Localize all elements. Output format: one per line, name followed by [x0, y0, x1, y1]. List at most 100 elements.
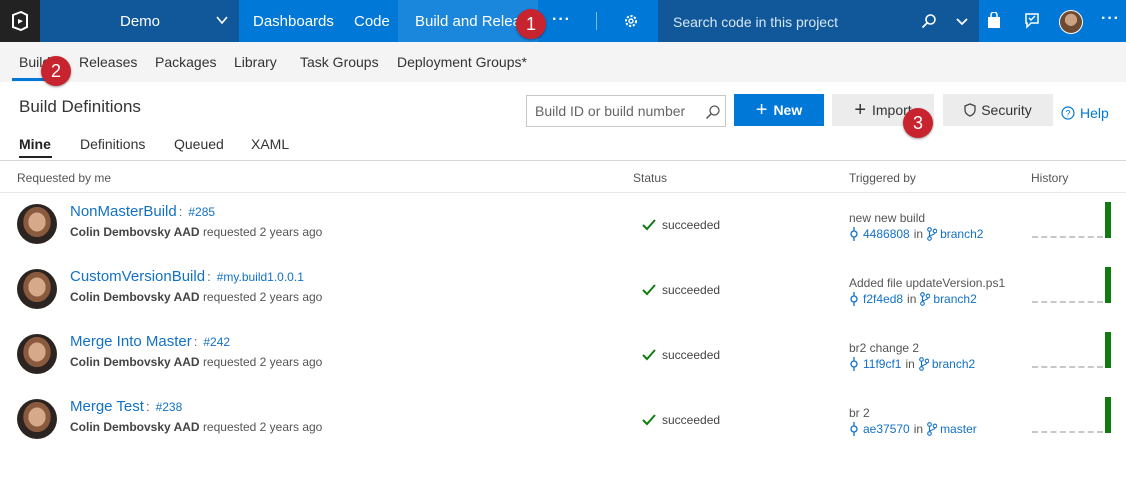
top-bar: Demo Dashboards Code Build and Release ·… — [0, 0, 1126, 42]
column-header-triggered[interactable]: Triggered by — [849, 171, 916, 185]
help-link[interactable]: ? Help — [1061, 105, 1109, 121]
plus-icon: + — [755, 99, 768, 121]
build-search-box — [526, 95, 726, 127]
plus-icon: + — [854, 99, 866, 121]
build-number-link[interactable]: #285 — [188, 205, 215, 219]
vsts-logo-icon[interactable] — [0, 0, 40, 42]
status-text: succeeded — [662, 348, 721, 362]
security-button-label: Security — [981, 102, 1032, 118]
history-baseline — [1032, 301, 1103, 303]
nav-code[interactable]: Code — [354, 13, 390, 30]
new-build-button[interactable]: + New — [734, 94, 824, 126]
commit-message: br2 change 2 — [849, 341, 920, 355]
history-bar-succeeded[interactable] — [1105, 267, 1111, 303]
build-search-input[interactable] — [527, 96, 703, 126]
project-name: Demo — [120, 13, 161, 30]
svg-text:?: ? — [1065, 109, 1070, 119]
history-bar-succeeded[interactable] — [1105, 332, 1111, 368]
commit-link[interactable]: f2f4ed8 — [863, 292, 903, 306]
code-search-placeholder: Search code in this project — [673, 14, 838, 30]
in-text: in — [907, 292, 917, 306]
build-definition-link[interactable]: Merge Into Master — [70, 333, 192, 350]
separator: : — [178, 204, 183, 219]
subnav-deployment-groups[interactable]: Deployment Groups* — [397, 54, 527, 70]
branch-link[interactable]: branch2 — [932, 357, 975, 371]
commit-icon — [850, 227, 858, 241]
build-number-link[interactable]: #242 — [203, 335, 230, 349]
table-row[interactable]: Merge Test: #238 Colin Dembovsky AAD requ… — [0, 389, 1126, 454]
commit-message: br 2 — [849, 406, 870, 420]
help-label: Help — [1080, 105, 1109, 121]
commit-icon — [850, 422, 858, 436]
commit-link[interactable]: 11f9cf1 — [863, 357, 901, 371]
more-options-icon[interactable]: ··· — [1101, 10, 1120, 28]
column-header-history[interactable]: History — [1031, 171, 1068, 185]
requester-name: Colin Dembovsky AAD — [70, 290, 200, 304]
requested-time: requested 2 years ago — [202, 420, 323, 434]
help-icon: ? — [1061, 106, 1075, 120]
search-icon[interactable] — [705, 104, 721, 125]
check-icon — [642, 349, 656, 361]
branch-icon — [927, 227, 938, 241]
branch-link[interactable]: branch2 — [940, 227, 983, 241]
tab-mine[interactable]: Mine — [19, 136, 51, 152]
security-button[interactable]: Security — [943, 94, 1053, 126]
gear-icon[interactable] — [623, 13, 639, 34]
project-selector[interactable]: Demo — [40, 0, 239, 42]
check-icon — [642, 414, 656, 426]
avatar — [17, 269, 57, 309]
build-definition-link[interactable]: CustomVersionBuild — [70, 268, 205, 285]
subnav-releases[interactable]: Releases — [79, 54, 137, 70]
column-header-status[interactable]: Status — [633, 171, 667, 185]
build-number-link[interactable]: #238 — [156, 400, 183, 414]
nav-more-icon[interactable]: ··· — [552, 11, 571, 29]
subnav-packages[interactable]: Packages — [155, 54, 216, 70]
table-row[interactable]: CustomVersionBuild: #my.build1.0.0.1 Coli… — [0, 259, 1126, 324]
separator: : — [145, 399, 150, 414]
commit-link[interactable]: ae37570 — [863, 422, 910, 436]
annotation-badge-1: 1 — [516, 9, 546, 39]
search-icon[interactable] — [921, 13, 937, 34]
build-definition-link[interactable]: Merge Test — [70, 398, 144, 415]
commit-message: Added file updateVersion.ps1 — [849, 276, 1006, 290]
branch-link[interactable]: branch2 — [933, 292, 976, 306]
in-text: in — [913, 227, 924, 241]
marketplace-bag-icon[interactable] — [986, 11, 1002, 34]
annotation-badge-3: 3 — [903, 108, 933, 138]
branch-link[interactable]: master — [940, 422, 977, 436]
column-header-requested[interactable]: Requested by me — [17, 171, 111, 185]
code-search-box[interactable]: Search code in this project — [658, 0, 979, 42]
table-row[interactable]: Merge Into Master: #242 Colin Dembovsky A… — [0, 324, 1126, 389]
nav-dashboards[interactable]: Dashboards — [253, 13, 334, 30]
status-text: succeeded — [662, 413, 721, 427]
build-definition-link[interactable]: NonMasterBuild — [70, 203, 177, 220]
tabs-divider — [0, 160, 1126, 161]
requester-name: Colin Dembovsky AAD — [70, 355, 200, 369]
tab-definitions[interactable]: Definitions — [80, 136, 145, 152]
commit-message: new new build — [849, 211, 926, 225]
new-button-label: New — [773, 102, 803, 118]
requested-time: requested 2 years ago — [202, 355, 323, 369]
tab-queued[interactable]: Queued — [174, 136, 224, 152]
branch-icon — [918, 357, 929, 371]
avatar — [17, 399, 57, 439]
build-release-subnav: Builds Releases Packages Library Task Gr… — [0, 42, 1126, 82]
commit-link[interactable]: 4486808 — [863, 227, 910, 241]
in-text: in — [905, 357, 915, 371]
table-row[interactable]: NonMasterBuild: #285 Colin Dembovsky AAD … — [0, 194, 1126, 259]
tab-xaml[interactable]: XAML — [251, 136, 289, 152]
tab-active-underline — [19, 156, 52, 158]
commit-icon — [850, 292, 858, 306]
separator: : — [193, 334, 198, 349]
subnav-task-groups[interactable]: Task Groups — [300, 54, 379, 70]
feedback-icon[interactable] — [1023, 12, 1040, 34]
history-bar-succeeded[interactable] — [1105, 202, 1111, 238]
shield-icon — [964, 103, 976, 117]
build-number-link[interactable]: #my.build1.0.0.1 — [217, 270, 304, 284]
user-avatar[interactable] — [1059, 10, 1083, 34]
history-bar-succeeded[interactable] — [1105, 397, 1111, 433]
nav-divider — [596, 12, 597, 30]
subnav-library[interactable]: Library — [234, 54, 277, 70]
requester-name: Colin Dembovsky AAD — [70, 225, 200, 239]
search-options-chevron-icon[interactable] — [955, 15, 969, 33]
